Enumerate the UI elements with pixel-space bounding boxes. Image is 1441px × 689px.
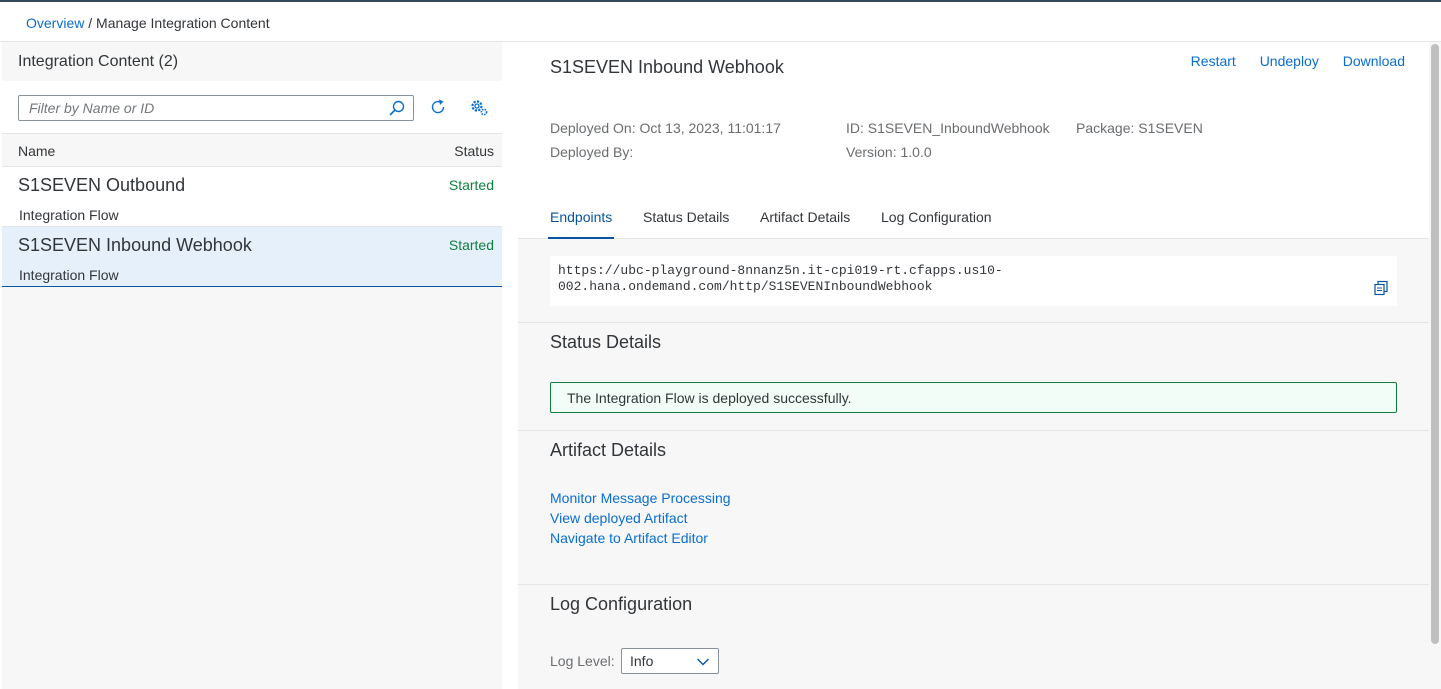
list-title: Integration Content (2) bbox=[2, 42, 502, 80]
breadcrumb-separator: / bbox=[84, 15, 97, 31]
artifact-id: ID: S1SEVEN_InboundWebhook bbox=[846, 120, 1050, 136]
endpoint-url-line: https://ubc-playground-8nnanz5n.it-cpi01… bbox=[558, 263, 1003, 278]
undeploy-button[interactable]: Undeploy bbox=[1260, 53, 1319, 69]
detail-header: S1SEVEN Inbound Webhook Restart Undeploy… bbox=[518, 42, 1429, 239]
artifact-package: Package: S1SEVEN bbox=[1076, 120, 1203, 136]
navigate-to-artifact-editor-link[interactable]: Navigate to Artifact Editor bbox=[550, 530, 708, 546]
section-divider bbox=[518, 322, 1429, 323]
tab-artifact-details[interactable]: Artifact Details bbox=[760, 209, 850, 239]
breadcrumb-overview-link[interactable]: Overview bbox=[26, 15, 84, 31]
download-button[interactable]: Download bbox=[1343, 53, 1405, 69]
restart-button[interactable]: Restart bbox=[1191, 53, 1236, 69]
list-item-title: S1SEVEN Inbound Webhook bbox=[18, 235, 252, 255]
deployed-by: Deployed By: bbox=[550, 144, 634, 160]
scrollbar-thumb[interactable] bbox=[1431, 44, 1439, 644]
section-divider bbox=[518, 584, 1429, 585]
settings-icon[interactable] bbox=[469, 97, 489, 117]
view-deployed-artifact-link[interactable]: View deployed Artifact bbox=[550, 510, 688, 526]
list-toolbar bbox=[2, 81, 502, 133]
list-item-inbound-webhook[interactable]: S1SEVEN Inbound Webhook Started Integrat… bbox=[2, 227, 502, 287]
log-level-value: Info bbox=[630, 653, 654, 669]
artifact-details-title: Artifact Details bbox=[550, 440, 667, 460]
status-details-title: Status Details bbox=[550, 332, 662, 352]
column-status: Status bbox=[454, 143, 494, 159]
tab-endpoints[interactable]: Endpoints bbox=[548, 209, 615, 239]
list-item-type: Integration Flow bbox=[19, 267, 119, 283]
monitor-message-processing-link[interactable]: Monitor Message Processing bbox=[550, 490, 731, 506]
detail-panel: S1SEVEN Inbound Webhook Restart Undeploy… bbox=[518, 42, 1429, 689]
column-name: Name bbox=[18, 143, 56, 159]
search-input[interactable] bbox=[19, 96, 379, 120]
artifact-version: Version: 1.0.0 bbox=[846, 144, 932, 160]
log-configuration-title: Log Configuration bbox=[550, 594, 693, 614]
search-icon[interactable] bbox=[389, 100, 405, 116]
breadcrumb: Overview / Manage Integration Content bbox=[0, 2, 1441, 42]
tab-log-configuration[interactable]: Log Configuration bbox=[881, 209, 992, 239]
endpoint-url: https://ubc-playground-8nnanz5n.it-cpi01… bbox=[550, 256, 1397, 306]
list-column-header: Name Status bbox=[2, 133, 502, 167]
list-item-type: Integration Flow bbox=[19, 207, 119, 223]
deployed-on: Deployed On: Oct 13, 2023, 11:01:17 bbox=[550, 120, 781, 136]
scrollbar[interactable] bbox=[1429, 42, 1441, 689]
chevron-down-icon bbox=[697, 658, 709, 666]
status-badge: Started bbox=[448, 177, 494, 193]
copy-icon[interactable] bbox=[1373, 280, 1389, 296]
header-actions: Restart Undeploy Download bbox=[1171, 53, 1405, 69]
tab-status-details[interactable]: Status Details bbox=[643, 209, 729, 239]
log-level-label: Log Level: bbox=[550, 653, 615, 669]
breadcrumb-current: Manage Integration Content bbox=[96, 15, 270, 31]
refresh-icon[interactable] bbox=[428, 97, 448, 117]
master-panel: Integration Content (2) Name Status S1SE… bbox=[2, 42, 502, 689]
endpoint-url-line: 002.hana.ondemand.com/http/S1SEVENInboun… bbox=[558, 279, 933, 294]
list-item-title: S1SEVEN Outbound bbox=[18, 175, 186, 195]
page-title: S1SEVEN Inbound Webhook bbox=[550, 57, 784, 77]
status-badge: Started bbox=[448, 237, 494, 253]
list-item-outbound[interactable]: S1SEVEN Outbound Started Integration Flo… bbox=[2, 167, 502, 227]
section-divider bbox=[518, 430, 1429, 431]
log-level-select[interactable]: Info bbox=[621, 648, 719, 674]
search-field[interactable] bbox=[18, 95, 414, 121]
success-message-strip: The Integration Flow is deployed success… bbox=[550, 382, 1397, 413]
